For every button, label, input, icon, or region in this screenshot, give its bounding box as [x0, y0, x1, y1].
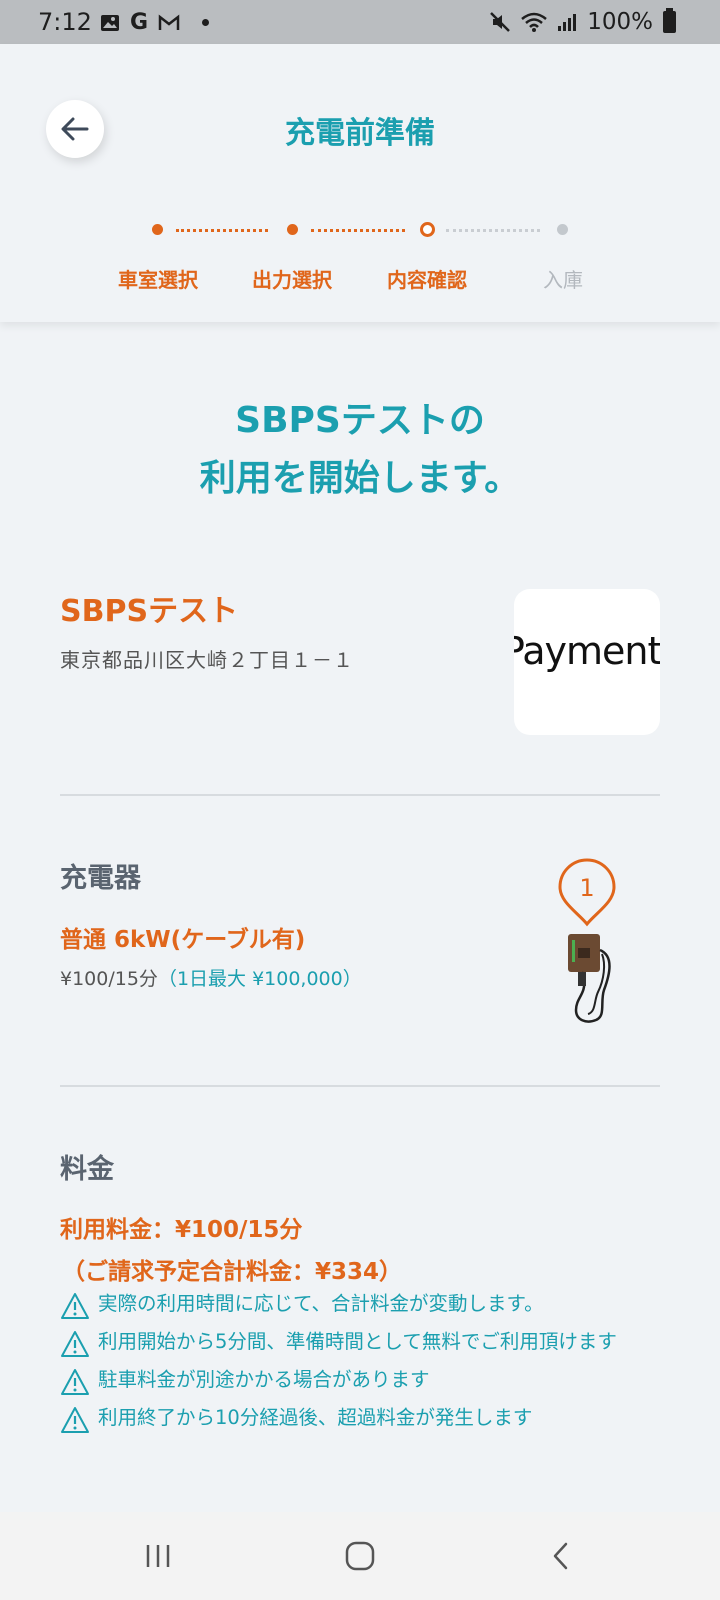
divider: [60, 794, 660, 796]
step-dot-1: [152, 224, 163, 235]
home-button[interactable]: [330, 1534, 390, 1578]
divider: [60, 1085, 660, 1087]
nav-back-button[interactable]: [531, 1534, 591, 1578]
fee-heading: 料金: [60, 1154, 114, 1185]
note-text: 実際の利用時間に応じて、合計料金が変動します。: [98, 1292, 544, 1315]
battery-percent: 100%: [587, 9, 653, 35]
charger-icon: [568, 934, 611, 1023]
step-label-2: 出力選択: [252, 268, 332, 292]
intro-message: SBPSテストの 利用を開始します。: [0, 392, 720, 508]
station-name: SBPSテスト: [60, 594, 239, 629]
recents-button[interactable]: [128, 1534, 188, 1578]
usage-fee: 利用料金：¥100/15分: [60, 1217, 303, 1243]
charger-price: ¥100/15分（1日最大 ¥100,000）: [60, 964, 362, 991]
step-label-4: 入庫: [543, 268, 583, 292]
charger-heading: 充電器: [60, 863, 141, 894]
wifi-icon: [521, 12, 548, 32]
charger-unit-price: ¥100/15分: [60, 968, 158, 990]
fee-notes: 実際の利用時間に応じて、合計料金が変動します。 利用開始から5分間、準備時間とし…: [60, 1290, 660, 1442]
gmail-icon: [158, 13, 180, 30]
image-icon: [101, 14, 119, 31]
header: 充電前準備 車室選択 出力選択 内容確認 入庫: [0, 44, 720, 322]
step-line-1: [176, 229, 268, 232]
charger-daily-max: （1日最大 ¥100,000）: [157, 968, 362, 990]
intro-line-1: SBPSテストの: [235, 400, 485, 441]
system-nav-bar: [0, 1512, 720, 1600]
total-fee: （ご請求予定合計料金：¥334）: [62, 1259, 403, 1285]
charger-type: 普通 6kW(ケーブル有): [60, 927, 306, 953]
status-bar: 7:12 G 100%: [0, 0, 720, 44]
google-icon: G: [130, 10, 149, 35]
signal-icon: [558, 14, 577, 31]
note-text: 利用開始から5分間、準備時間として無料でご利用頂けます: [98, 1330, 617, 1353]
warning-icon: [61, 1407, 89, 1433]
step-line-3: [446, 229, 540, 232]
step-label-3: 内容確認: [387, 268, 467, 292]
list-item: 実際の利用時間に応じて、合計料金が変動します。: [60, 1290, 660, 1319]
warning-icon: [61, 1369, 89, 1395]
warning-icon: [61, 1293, 89, 1319]
recents-icon: [146, 1545, 170, 1567]
station-logo: Payment: [514, 589, 660, 735]
step-label-1: 車室選択: [118, 268, 198, 292]
back-icon: [553, 1542, 568, 1570]
station-address: 東京都品川区大崎２丁目１－１: [60, 648, 354, 672]
step-dot-2: [287, 224, 298, 235]
status-time: 7:12: [38, 8, 92, 36]
warning-icon: [61, 1331, 89, 1357]
logo-text: Payment: [514, 629, 660, 673]
battery-icon: [663, 8, 676, 33]
pin-number: 1: [579, 874, 594, 902]
step-dot-3: [420, 222, 435, 237]
note-text: 駐車料金が別途かかる場合があります: [98, 1368, 430, 1391]
dot-icon: [202, 19, 210, 26]
location-pin-icon: 1: [558, 858, 616, 927]
list-item: 利用開始から5分間、準備時間として無料でご利用頂けます: [60, 1328, 660, 1357]
progress-stepper: [0, 220, 720, 240]
mute-icon: [490, 12, 511, 32]
page-title: 充電前準備: [285, 116, 435, 151]
step-dot-4: [557, 224, 568, 235]
list-item: 利用終了から10分経過後、超過料金が発生します: [60, 1404, 660, 1433]
note-text: 利用終了から10分経過後、超過料金が発生します: [98, 1406, 533, 1429]
list-item: 駐車料金が別途かかる場合があります: [60, 1366, 660, 1395]
step-line-2: [311, 229, 405, 232]
intro-line-2: 利用を開始します。: [199, 458, 521, 499]
home-icon: [345, 1541, 375, 1571]
